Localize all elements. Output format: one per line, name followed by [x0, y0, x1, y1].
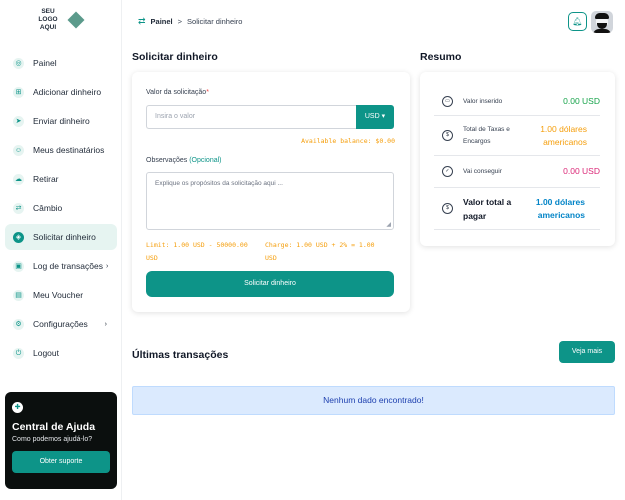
sidebar-item-cambio[interactable]: ⇄ Câmbio: [5, 195, 117, 221]
amount-label: Valor da solicitação*: [146, 89, 209, 96]
fee-icon: $: [442, 130, 453, 141]
amount-input[interactable]: Insira o valor: [146, 105, 357, 129]
sidebar-item-label: Configurações: [33, 319, 88, 329]
voucher-icon: ▤: [13, 289, 24, 301]
sidebar-item-retirar[interactable]: ☁ Retirar: [5, 166, 117, 192]
swap-icon: ⇄: [138, 16, 146, 26]
see-more-button[interactable]: Veja mais: [559, 341, 615, 363]
notes-optional: (Opcional): [189, 157, 222, 164]
breadcrumb-home[interactable]: Painel: [151, 17, 173, 26]
sidebar-item-meu-voucher[interactable]: ▤ Meu Voucher: [5, 282, 117, 308]
sidebar-item-label: Painel: [33, 58, 57, 68]
sidebar-item-logout[interactable]: ⏻ Logout: [5, 340, 117, 366]
request-form-card: Valor da solicitação* Insira o valor USD…: [132, 72, 410, 312]
currency-select[interactable]: USD ▾: [356, 105, 394, 129]
charge-info: Charge: 1.00 USD + 2% = 1.00 USD: [265, 239, 375, 265]
sidebar-item-configuracoes[interactable]: ⚙ Configurações ›: [5, 311, 117, 337]
submit-request-button[interactable]: Solicitar dinheiro: [146, 271, 394, 297]
logo[interactable]: SEU LOGO AQUI: [33, 8, 85, 32]
breadcrumb: ⇄ Painel > Solicitar dinheiro: [138, 16, 242, 27]
chevron-down-icon: ▾: [381, 113, 386, 120]
chevron-right-icon: ›: [104, 320, 107, 328]
send-icon: ➤: [13, 115, 24, 127]
sidebar-item-label: Solicitar dinheiro: [33, 232, 96, 242]
sidebar-item-label: Meu Voucher: [33, 290, 84, 300]
request-money-icon: ◈: [13, 231, 24, 243]
bell-icon[interactable]: 🔔︎: [568, 12, 587, 31]
add-money-icon: ⊞: [13, 86, 24, 98]
chevron-right-icon: ›: [105, 262, 109, 270]
notes-placeholder: Explique os propósitos da solicitação aq…: [155, 180, 283, 187]
avatar[interactable]: [591, 11, 613, 33]
sidebar-item-enviar-dinheiro[interactable]: ➤ Enviar dinheiro: [5, 108, 117, 134]
notes-label: Observações (Opcional): [146, 157, 222, 164]
limit-line-2: USD: [146, 254, 158, 262]
topbar: ⇄ Painel > Solicitar dinheiro 🔔︎: [122, 0, 625, 42]
empty-state-alert: Nenhum dado encontrado!: [132, 386, 615, 415]
summary-label: Valor inserido: [463, 97, 503, 105]
available-balance: Available balance: $0.00: [301, 137, 395, 145]
summary-label: Valor total a pagar: [463, 196, 512, 221]
summary-label: Total de Taxas e Encargos: [463, 125, 510, 145]
amount-label-text: Valor da solicitação: [146, 89, 207, 96]
required-mark: *: [206, 89, 209, 96]
get-support-button[interactable]: Obter suporte: [12, 451, 110, 473]
help-icon: ✚: [12, 402, 23, 413]
currency-value: USD: [364, 113, 380, 120]
settings-icon: ⚙: [13, 318, 24, 330]
sidebar-item-log-de-transacoes[interactable]: ▣ Log de transações ›: [5, 253, 117, 279]
wallet-icon: ▭: [442, 96, 453, 107]
sidebar-nav: ◎ Painel ⊞ Adicionar dinheiro ➤ Enviar d…: [5, 50, 117, 369]
summary-title: Resumo: [420, 51, 462, 63]
limit-info: Limit: 1.00 USD - 50000.00 USD: [146, 239, 248, 265]
sidebar-item-label: Câmbio: [33, 203, 63, 213]
users-icon: ☺: [13, 144, 24, 156]
summary-row-total: $ Valor total a pagar 1.00 dólares ameri…: [434, 188, 600, 230]
charge-line-2: USD: [265, 254, 277, 262]
sidebar-item-meus-destinatarios[interactable]: ☺ Meus destinatários: [5, 137, 117, 163]
summary-label: Vai conseguir: [463, 167, 502, 175]
dashboard-icon: ◎: [13, 57, 24, 69]
receive-icon: ✓: [442, 166, 453, 177]
sidebar-item-label: Meus destinatários: [33, 145, 105, 155]
logout-icon: ⏻: [13, 347, 24, 359]
help-subtitle: Como podemos ajudá-lo?: [12, 436, 93, 443]
sidebar-item-label: Adicionar dinheiro: [33, 87, 102, 97]
breadcrumb-current: Solicitar dinheiro: [187, 17, 243, 26]
breadcrumb-separator: >: [177, 17, 183, 26]
sidebar-item-label: Log de transações: [33, 261, 103, 271]
summary-row-vai-conseguir: ✓ Vai conseguir 0.00 USD: [434, 156, 600, 188]
log-icon: ▣: [13, 260, 24, 272]
summary-value: 1.00 dólares americanos: [540, 123, 587, 147]
summary-row-valor-inserido: ▭ Valor inserido 0.00 USD: [434, 88, 600, 116]
sidebar-item-label: Logout: [33, 348, 59, 358]
sidebar-item-painel[interactable]: ◎ Painel: [5, 50, 117, 76]
resize-handle-icon[interactable]: ◢: [386, 221, 391, 228]
help-title: Central de Ajuda: [12, 421, 96, 433]
sidebar-item-label: Retirar: [33, 174, 59, 184]
summary-value: 0.00 USD: [563, 96, 600, 106]
form-title: Solicitar dinheiro: [132, 51, 218, 63]
total-icon: $: [442, 203, 453, 214]
limit-line-1: Limit: 1.00 USD - 50000.00: [146, 241, 248, 249]
sidebar-item-solicitar-dinheiro[interactable]: ◈ Solicitar dinheiro: [5, 224, 117, 250]
notes-label-text: Observações: [146, 157, 188, 164]
summary-value: 0.00 USD: [563, 166, 600, 176]
sidebar-item-adicionar-dinheiro[interactable]: ⊞ Adicionar dinheiro: [5, 79, 117, 105]
summary-card: ▭ Valor inserido 0.00 USD $ Total de Tax…: [420, 72, 615, 246]
charge-line-1: Charge: 1.00 USD + 2% = 1.00: [265, 241, 375, 249]
help-center-card: ✚ Central de Ajuda Como podemos ajudá-lo…: [5, 392, 117, 489]
notes-textarea[interactable]: Explique os propósitos da solicitação aq…: [146, 172, 394, 230]
sidebar-item-label: Enviar dinheiro: [33, 116, 90, 126]
logo-diamond-icon: [67, 11, 85, 29]
withdraw-icon: ☁: [13, 173, 24, 185]
transactions-title: Últimas transações: [132, 349, 229, 361]
summary-row-taxas: $ Total de Taxas e Encargos 1.00 dólares…: [434, 116, 600, 156]
exchange-icon: ⇄: [13, 202, 24, 214]
sidebar: SEU LOGO AQUI ◎ Painel ⊞ Adicionar dinhe…: [0, 0, 122, 500]
summary-value: 1.00 dólares americanos: [535, 196, 585, 220]
logo-text: SEU LOGO AQUI: [38, 8, 58, 31]
